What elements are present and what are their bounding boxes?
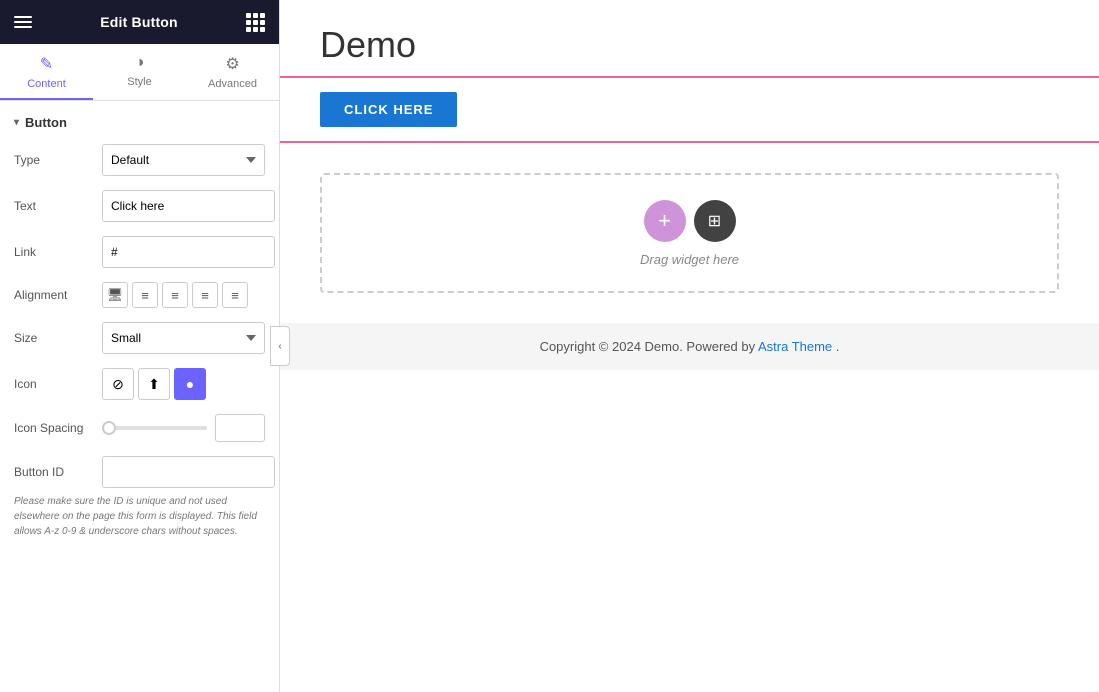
link-row: Link ⚙ ☰ [14,236,265,268]
icon-options: ⊘ ⬆ ● [102,368,206,400]
text-label: Text [14,199,94,213]
icon-spacing-row: Icon Spacing [14,414,265,442]
page-footer: Copyright © 2024 Demo. Powered by Astra … [280,323,1099,370]
size-select[interactable]: Extra Small Small Medium Large Extra Lar… [102,322,265,354]
button-id-row: Button ID ☰ [14,456,265,488]
page-header: Demo [280,0,1099,76]
click-here-button[interactable]: CLICK HERE [320,92,457,127]
pink-line-bottom [280,141,1099,143]
icon-spacing-control [102,414,265,442]
slider-value-input[interactable] [215,414,265,442]
chevron-down-icon: ▾ [14,117,19,128]
icon-upload-btn[interactable]: ⬆ [138,368,170,400]
type-select[interactable]: Default Info Success Warning Danger [102,144,265,176]
tab-advanced-label: Advanced [208,78,257,90]
content-tab-icon: ✎ [40,54,53,74]
panel-title: Edit Button [100,14,178,30]
slider-track[interactable] [102,426,207,430]
widget-options-button[interactable] [694,200,736,242]
icon-label: Icon [14,377,94,391]
slider-row [102,414,265,442]
text-input[interactable] [102,190,275,222]
section-label: Button [25,115,67,130]
advanced-tab-icon: ⚙ [225,54,239,74]
drag-label: Drag widget here [640,252,739,267]
button-id-input[interactable] [102,456,275,488]
drag-content: + Drag widget here [640,200,739,267]
size-label: Size [14,331,94,345]
alignment-row: Alignment 🖥 ≡ ≡ ≡ ≡ [14,282,265,308]
button-id-wrap: ☰ [102,456,279,488]
footer-text: Copyright © 2024 Demo. Powered by [540,339,758,354]
text-row: Text ☰ [14,190,265,222]
align-center-btn[interactable]: ≡ [162,282,188,308]
alignment-monitor-icon[interactable]: 🖥 [102,282,128,308]
icon-control: ⊘ ⬆ ● [102,368,265,400]
tab-style[interactable]: ◑ Style [93,44,186,100]
canvas: Demo CLICK HERE + Drag widget here Copyr… [280,0,1099,692]
size-row: Size Extra Small Small Medium Large Extr… [14,322,265,354]
align-justify-btn[interactable]: ≡ [222,282,248,308]
button-id-label: Button ID [14,465,94,479]
type-control: Default Info Success Warning Danger [102,144,265,176]
button-area: CLICK HERE [280,78,1099,141]
footer-suffix: . [836,339,840,354]
grid-icon[interactable] [246,13,265,32]
link-control: ⚙ ☰ [102,236,279,268]
left-panel: Edit Button ✎ Content ◑ Style ⚙ Advanced… [0,0,280,692]
type-row: Type Default Info Success Warning Danger [14,144,265,176]
tab-style-label: Style [127,76,151,88]
type-label: Type [14,153,94,167]
drag-buttons: + [644,200,736,242]
align-left-btn[interactable]: ≡ [132,282,158,308]
collapse-handle[interactable]: ‹ [270,326,290,366]
tab-content-label: Content [27,78,66,90]
top-bar: Edit Button [0,0,279,44]
page-title: Demo [320,24,1059,66]
add-widget-button[interactable]: + [644,200,686,242]
hamburger-icon[interactable] [14,16,32,28]
button-section: CLICK HERE [280,76,1099,143]
alignment-label: Alignment [14,288,94,302]
link-input[interactable] [102,236,275,268]
tab-advanced[interactable]: ⚙ Advanced [186,44,279,100]
alignment-control: 🖥 ≡ ≡ ≡ ≡ [102,282,265,308]
footer-link[interactable]: Astra Theme [758,339,832,354]
icon-none-btn[interactable]: ⊘ [102,368,134,400]
icon-spacing-label: Icon Spacing [14,421,94,435]
button-id-control: ☰ [102,456,279,488]
text-control: ☰ [102,190,279,222]
drag-area[interactable]: + Drag widget here [320,173,1059,293]
icon-row: Icon ⊘ ⬆ ● [14,368,265,400]
panel-body: ▾ Button Type Default Info Success Warni… [0,101,279,692]
panel-tabs: ✎ Content ◑ Style ⚙ Advanced [0,44,279,101]
right-wrapper: ‹ Demo CLICK HERE + Drag widget here [280,0,1099,692]
size-control: Extra Small Small Medium Large Extra Lar… [102,322,265,354]
slider-thumb[interactable] [102,421,116,435]
icon-circle-btn[interactable]: ● [174,368,206,400]
helper-text: Please make sure the ID is unique and no… [14,494,265,539]
section-header: ▾ Button [14,115,265,130]
tab-content[interactable]: ✎ Content [0,44,93,100]
align-right-btn[interactable]: ≡ [192,282,218,308]
link-label: Link [14,245,94,259]
style-tab-icon: ◑ [135,54,145,72]
